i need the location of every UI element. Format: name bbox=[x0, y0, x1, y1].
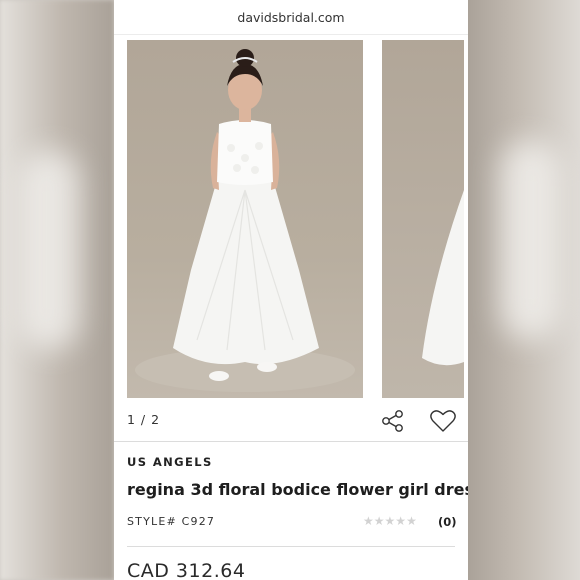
style-and-rating-row: STYLE# C927 ★★★★★ (0) bbox=[127, 514, 457, 530]
address-bar[interactable]: davidsbridal.com bbox=[114, 0, 468, 35]
star-icon: ★ bbox=[373, 514, 385, 528]
rating-stars[interactable]: ★★★★★ bbox=[363, 514, 417, 528]
url-text: davidsbridal.com bbox=[237, 9, 345, 25]
next-photo-dress-image bbox=[422, 190, 464, 366]
gallery-controls: 1 / 2 bbox=[114, 404, 468, 438]
background-blur bbox=[500, 140, 560, 340]
image-pager: 1 / 2 bbox=[127, 412, 161, 427]
product-title: regina 3d floral bodice flower girl dres… bbox=[127, 480, 468, 499]
product-photo-main[interactable] bbox=[127, 40, 363, 398]
background-blur bbox=[20, 150, 80, 350]
brand-name: US ANGELS bbox=[127, 455, 213, 469]
model-in-white-dress-image bbox=[135, 49, 355, 392]
review-count[interactable]: (0) bbox=[438, 515, 457, 529]
star-icon: ★ bbox=[406, 514, 417, 528]
star-icon: ★ bbox=[395, 514, 407, 528]
star-icon: ★ bbox=[384, 514, 396, 528]
wishlist-heart-icon[interactable] bbox=[429, 408, 457, 434]
price-divider bbox=[127, 546, 455, 547]
mobile-page: davidsbridal.com 1 / 2 US ANGELS regina … bbox=[114, 0, 468, 580]
product-photo-next[interactable] bbox=[382, 40, 464, 398]
product-price: CAD 312.64 bbox=[127, 560, 246, 580]
style-number: STYLE# C927 bbox=[127, 515, 216, 528]
star-icon: ★ bbox=[363, 514, 374, 528]
share-icon[interactable] bbox=[380, 408, 406, 434]
section-divider bbox=[114, 441, 468, 442]
product-image-carousel[interactable] bbox=[127, 40, 468, 398]
